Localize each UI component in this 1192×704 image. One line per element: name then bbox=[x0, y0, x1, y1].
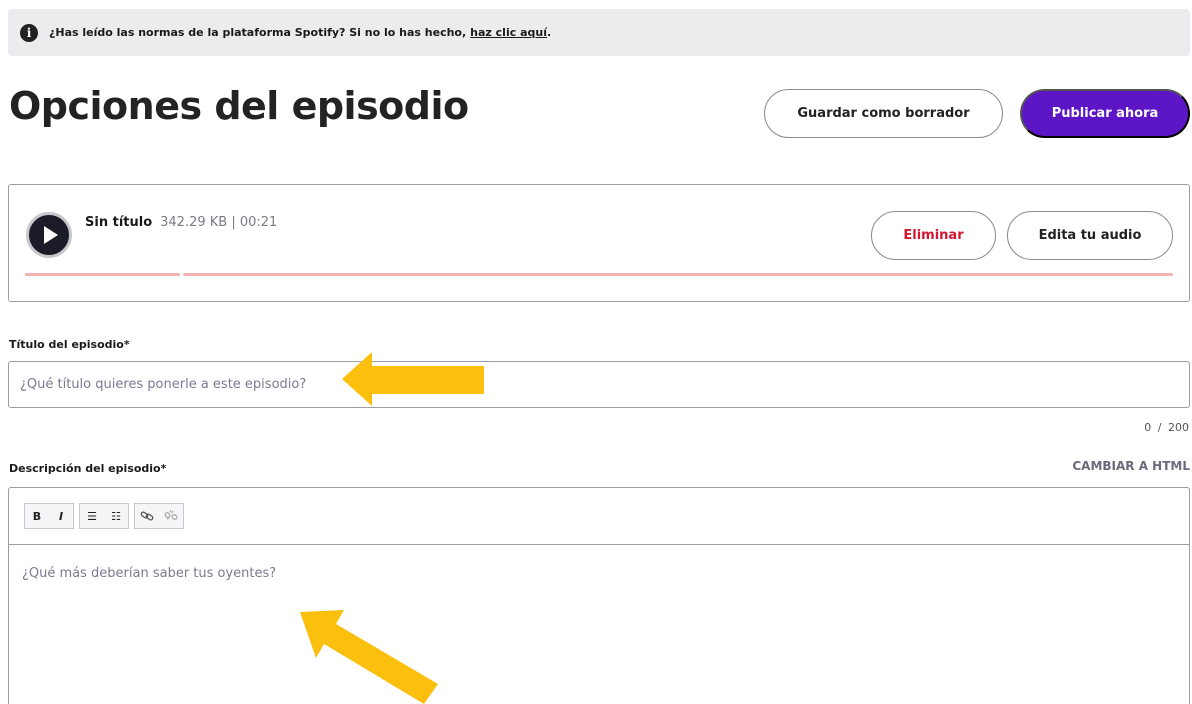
audio-size-duration: 342.29 KB | 00:21 bbox=[160, 215, 278, 230]
save-draft-button[interactable]: Guardar como borrador bbox=[764, 89, 1003, 138]
delete-audio-button[interactable]: Eliminar bbox=[871, 211, 996, 260]
description-input[interactable]: ¿Qué más deberían saber tus oyentes? bbox=[22, 566, 276, 581]
format-group: B I bbox=[24, 503, 74, 529]
audio-progress-track[interactable] bbox=[183, 273, 1173, 276]
title-char-counter: 0 / 200 bbox=[1144, 421, 1189, 434]
bullet-list-icon[interactable]: ☰ bbox=[80, 504, 104, 528]
audio-card: Sin título 342.29 KB | 00:21 Eliminar Ed… bbox=[8, 184, 1190, 302]
italic-button[interactable]: I bbox=[49, 504, 73, 528]
link-icon[interactable] bbox=[135, 504, 159, 528]
notice-suffix: . bbox=[546, 26, 552, 39]
edit-audio-button[interactable]: Edita tu audio bbox=[1007, 211, 1173, 260]
title-input[interactable] bbox=[8, 361, 1190, 408]
rules-link[interactable]: haz clic aquí bbox=[470, 26, 547, 39]
play-icon bbox=[44, 226, 58, 244]
notice-banner: i ¿Has leído las normas de la plataforma… bbox=[8, 9, 1190, 56]
unlink-icon[interactable] bbox=[159, 504, 183, 528]
audio-meta: Sin título 342.29 KB | 00:21 bbox=[85, 215, 277, 230]
link-group bbox=[134, 503, 184, 529]
page-title: Opciones del episodio bbox=[9, 84, 469, 128]
publish-button[interactable]: Publicar ahora bbox=[1020, 89, 1190, 138]
bold-button[interactable]: B bbox=[25, 504, 49, 528]
numbered-list-icon[interactable]: ☷ bbox=[104, 504, 128, 528]
description-label: Descripción del episodio* bbox=[9, 462, 167, 475]
switch-to-html-button[interactable]: CAMBIAR A HTML bbox=[1072, 459, 1190, 473]
info-icon: i bbox=[20, 23, 38, 42]
list-group: ☰ ☷ bbox=[79, 503, 129, 529]
play-button[interactable] bbox=[26, 212, 72, 258]
editor-toolbar: B I ☰ ☷ bbox=[9, 488, 1189, 545]
audio-name: Sin título bbox=[85, 215, 153, 230]
description-editor: B I ☰ ☷ ¿Qué más deberían saber tus oyen… bbox=[8, 487, 1190, 704]
title-label: Título del episodio* bbox=[9, 338, 130, 351]
notice-text: ¿Has leído las normas de la plataforma S… bbox=[49, 26, 467, 39]
audio-progress-segment bbox=[25, 273, 180, 276]
